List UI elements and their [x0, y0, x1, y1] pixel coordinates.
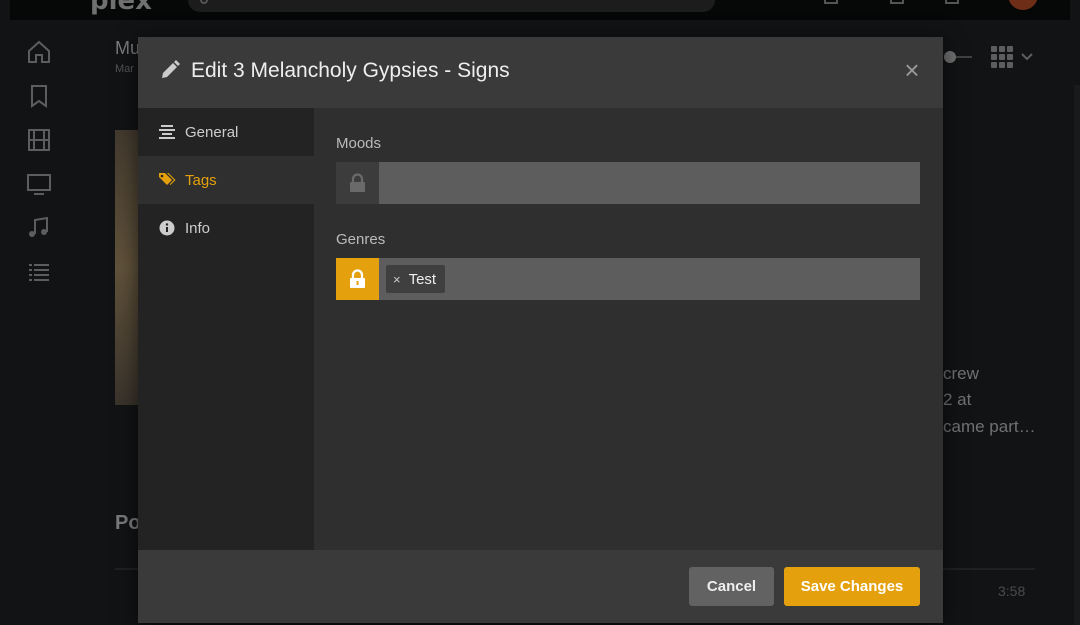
- genres-label: Genres: [336, 231, 386, 248]
- moods-label: Moods: [336, 135, 382, 152]
- sidebar-item-label: Tags: [185, 172, 217, 189]
- cancel-button[interactable]: Cancel: [689, 567, 774, 606]
- genre-tag: × Test: [386, 265, 446, 293]
- tags-icon: [158, 171, 176, 189]
- genres-input[interactable]: × Test: [379, 258, 920, 300]
- remove-tag-button[interactable]: ×: [393, 272, 401, 287]
- sidebar-item-label: General: [185, 124, 239, 141]
- modal-sidebar: General Tags Info: [138, 108, 314, 550]
- modal-header: Edit 3 Melancholy Gypsies - Signs ×: [138, 37, 943, 108]
- modal-footer: Cancel Save Changes: [138, 550, 943, 623]
- sidebar-item-info[interactable]: Info: [138, 204, 314, 252]
- align-center-icon: [158, 123, 176, 141]
- modal-title: Edit 3 Melancholy Gypsies - Signs: [191, 59, 510, 82]
- sidebar-item-general[interactable]: General: [138, 108, 314, 156]
- info-circle-icon: [158, 219, 176, 237]
- save-changes-button[interactable]: Save Changes: [784, 567, 920, 606]
- genres-lock-button[interactable]: [336, 258, 379, 300]
- edit-modal: Edit 3 Melancholy Gypsies - Signs × Gene…: [138, 37, 943, 623]
- tag-label: Test: [408, 270, 437, 288]
- modal-body: Moods Genres × Test: [314, 108, 943, 550]
- pencil-icon: [160, 60, 180, 80]
- moods-input[interactable]: [379, 162, 920, 204]
- sidebar-item-label: Info: [185, 220, 211, 237]
- lock-icon: [350, 269, 365, 288]
- sidebar-item-tags[interactable]: Tags: [138, 156, 314, 204]
- lock-icon: [350, 173, 365, 192]
- close-button[interactable]: ×: [901, 57, 923, 83]
- moods-lock-button[interactable]: [336, 162, 379, 204]
